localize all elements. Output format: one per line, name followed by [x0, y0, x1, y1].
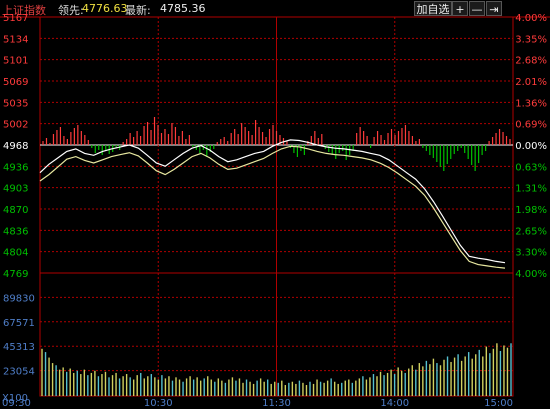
pct-tick-label: 3.30%	[515, 248, 547, 259]
pct-tick-label: 0.00%	[515, 141, 547, 152]
intraday-chart[interactable]: 5167 4.00% 5134 3.35% 5101 2.68% 5069 2.01% 5035…	[0, 0, 550, 409]
price-tick-label: 4804	[3, 248, 28, 259]
price-tick-label: 4870	[3, 205, 28, 216]
price-tick-label: 5035	[3, 98, 28, 109]
price-tick-label: 4968	[3, 141, 28, 152]
price-tick-label: 4903	[3, 184, 28, 195]
volume-tick-label: 67571	[3, 318, 35, 329]
time-tick-label: 10:30	[144, 398, 173, 409]
price-tick-label: 5069	[3, 77, 28, 88]
pct-tick-label: 4.00%	[515, 13, 547, 24]
pct-tick-label: 1.36%	[515, 98, 547, 109]
volume-tick-label: 23054	[3, 367, 35, 378]
volume-unit-label: X100	[2, 393, 28, 404]
price-tick-label: 5101	[3, 56, 28, 67]
volume-tick-label: 45313	[3, 342, 35, 353]
leader-line	[39, 145, 506, 269]
pct-tick-label: 3.35%	[515, 34, 547, 45]
price-tick-label: 4836	[3, 226, 28, 237]
pct-tick-label: 1.31%	[515, 184, 547, 195]
pct-tick-label: 0.69%	[515, 120, 547, 131]
volume-tick-label: 89830	[3, 293, 35, 304]
price-tick-label: 4936	[3, 162, 28, 173]
time-tick-label: 14:00	[380, 398, 409, 409]
pct-tick-label: 0.63%	[515, 162, 547, 173]
price-tick-label: 5134	[3, 34, 28, 45]
pct-tick-label: 2.68%	[515, 56, 547, 67]
time-tick-label: 15:00	[484, 398, 513, 409]
pct-tick-label: 1.98%	[515, 205, 547, 216]
pct-tick-label: 2.65%	[515, 226, 547, 237]
price-tick-label: 4769	[3, 269, 28, 280]
pct-tick-label: 2.01%	[515, 77, 547, 88]
price-tick-label: 5167	[3, 13, 28, 24]
price-tick-label: 5002	[3, 120, 28, 131]
time-tick-label: 11:30	[262, 398, 291, 409]
pct-tick-label: 4.00%	[515, 269, 547, 280]
price-line	[39, 139, 506, 264]
